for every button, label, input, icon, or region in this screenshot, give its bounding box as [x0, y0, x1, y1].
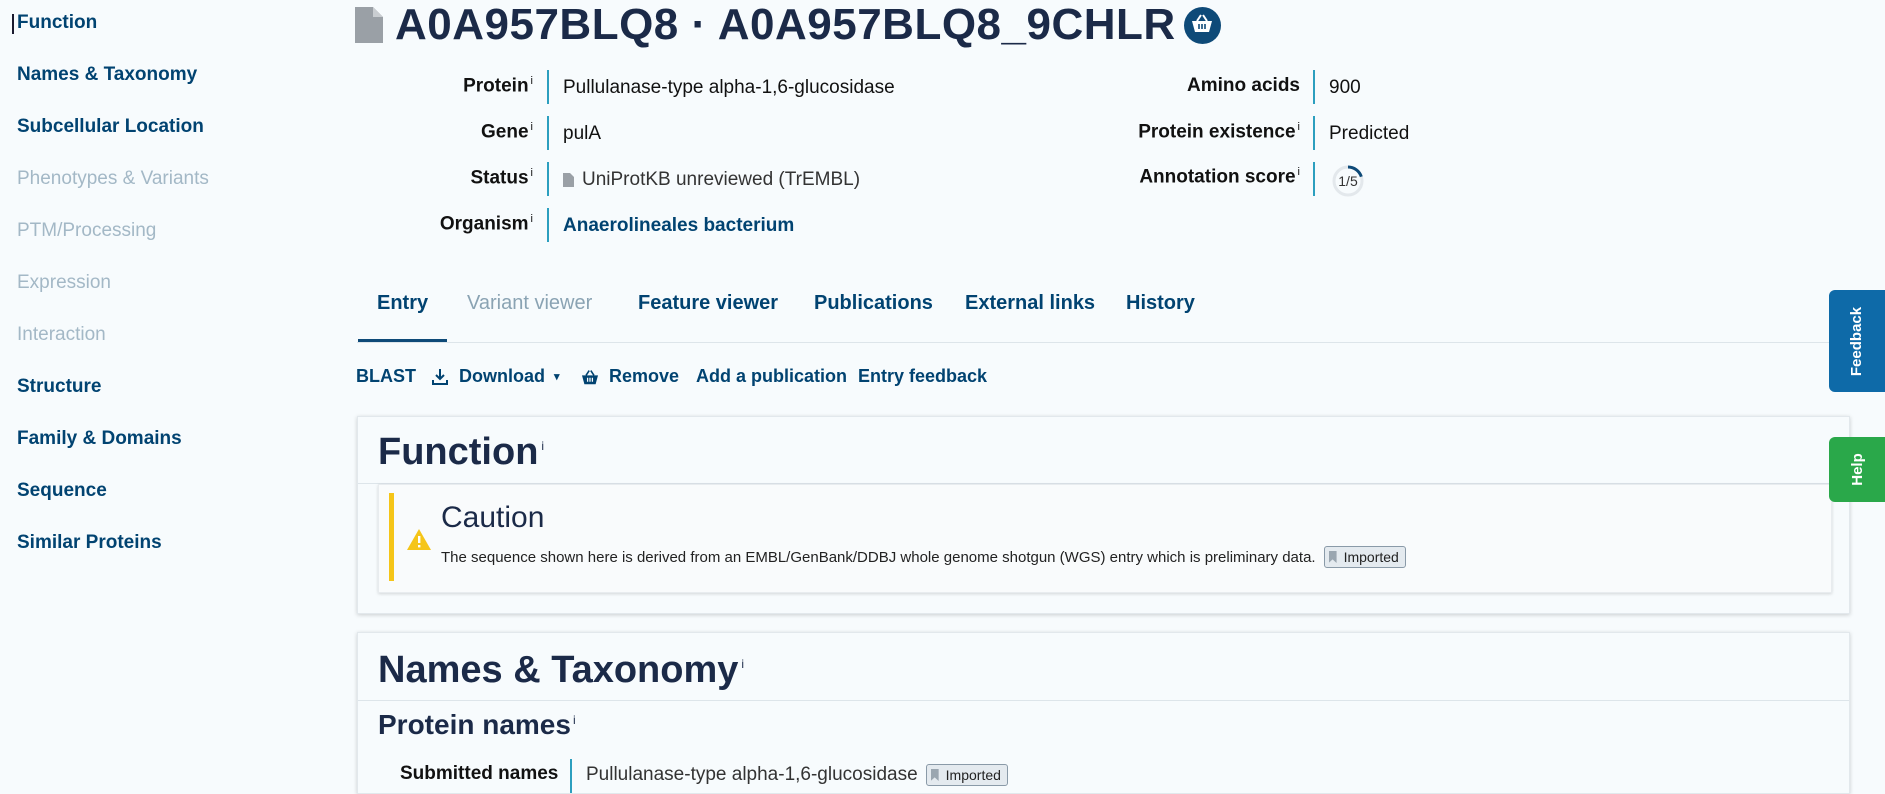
- sidebar-item-family-domains[interactable]: Family & Domains: [17, 428, 182, 450]
- sidebar-item-function[interactable]: Function: [11, 12, 97, 34]
- caret-down-icon: ▾: [554, 371, 560, 383]
- submitted-names-value: Pullulanase-type alpha-1,6-glucosidase Im…: [586, 764, 1008, 786]
- function-card: Function i Caution The sequence shown her…: [357, 416, 1850, 614]
- imported-badge[interactable]: Imported: [1323, 546, 1406, 568]
- sidebar-item-phenotypes-variants: Phenotypes & Variants: [17, 168, 209, 189]
- status-value: UniProtKB unreviewed (TrEMBL): [563, 169, 860, 193]
- remove-from-basket-button[interactable]: Remove: [581, 366, 679, 387]
- sidebar-item-subcellular-location[interactable]: Subcellular Location: [17, 116, 204, 138]
- caution-title: Caution: [441, 501, 545, 534]
- entry-tabs: Entry Variant viewer Feature viewer Publ…: [357, 278, 1850, 343]
- sidebar-item-interaction: Interaction: [17, 324, 106, 345]
- protein-existence-label: Protein existence i: [1138, 121, 1300, 143]
- organism-label: Organism i: [439, 213, 533, 235]
- tab-feature-viewer[interactable]: Feature viewer: [638, 292, 778, 315]
- document-icon: [355, 7, 383, 43]
- annotation-score-value: 1/5: [1338, 173, 1358, 189]
- protein-value: Pullulanase-type alpha-1,6-glucosidase: [563, 77, 895, 98]
- protein-names-heading: Protein names i: [378, 709, 576, 740]
- protein-existence-value: Predicted: [1329, 123, 1410, 144]
- bookmark-icon: [930, 769, 939, 781]
- tab-external-links[interactable]: External links: [965, 292, 1095, 315]
- sidebar-item-ptm-processing: PTM/Processing: [17, 220, 157, 241]
- download-icon: [431, 368, 449, 386]
- names-taxonomy-card: Names & Taxonomy i Protein names i Submitt…: [357, 632, 1850, 794]
- gene-value: pulA: [563, 123, 602, 144]
- download-button[interactable]: Download ▾: [431, 366, 560, 387]
- sidebar-item-structure[interactable]: Structure: [17, 376, 101, 398]
- add-to-basket-button[interactable]: [1183, 6, 1221, 44]
- basket-icon: [581, 369, 599, 385]
- caution-text: The sequence shown here is derived from …: [441, 546, 1406, 568]
- names-taxonomy-title: Names & Taxonomy i: [378, 649, 745, 691]
- protein-label: Protein i: [463, 75, 533, 97]
- sidebar-item-sequence[interactable]: Sequence: [17, 480, 107, 502]
- add-publication-button[interactable]: Add a publication: [696, 366, 847, 387]
- annotation-score-gauge: 1/5: [1331, 164, 1365, 198]
- annotation-score-label: Annotation score i: [1139, 166, 1300, 188]
- feedback-tab[interactable]: Feedback: [1829, 290, 1885, 392]
- active-tab-indicator: [358, 339, 447, 342]
- sidebar-item-expression: Expression: [17, 272, 111, 293]
- blast-button[interactable]: BLAST: [356, 366, 416, 387]
- imported-badge[interactable]: Imported: [925, 764, 1008, 786]
- basket-icon: [1191, 13, 1213, 38]
- bookmark-icon: [1328, 551, 1337, 563]
- tab-history[interactable]: History: [1126, 292, 1195, 315]
- amino-acids-label: Amino acids: [1187, 75, 1300, 96]
- gene-label: Gene i: [481, 121, 533, 143]
- tab-publications[interactable]: Publications: [814, 292, 933, 315]
- tab-entry[interactable]: Entry: [377, 292, 428, 315]
- entry-feedback-button[interactable]: Entry feedback: [858, 366, 987, 387]
- tab-variant-viewer: Variant viewer: [467, 292, 593, 314]
- warning-icon: [407, 529, 431, 555]
- caution-panel: Caution The sequence shown here is deriv…: [378, 484, 1832, 593]
- entry-header: A0A957BLQ8 · A0A957BLQ8_9CHLR: [355, 0, 1221, 50]
- amino-acids-value: 900: [1329, 77, 1361, 98]
- organism-link[interactable]: Anaerolineales bacterium: [563, 215, 794, 237]
- unreviewed-icon: [563, 171, 574, 193]
- help-tab[interactable]: Help: [1829, 437, 1885, 502]
- submitted-names-label: Submitted names: [400, 763, 559, 784]
- sidebar-item-names-taxonomy[interactable]: Names & Taxonomy: [17, 64, 197, 86]
- page-title: A0A957BLQ8 · A0A957BLQ8_9CHLR: [395, 0, 1176, 49]
- sidebar-item-similar-proteins[interactable]: Similar Proteins: [17, 532, 162, 554]
- status-label: Status i: [470, 167, 533, 189]
- function-title: Function i: [378, 431, 545, 473]
